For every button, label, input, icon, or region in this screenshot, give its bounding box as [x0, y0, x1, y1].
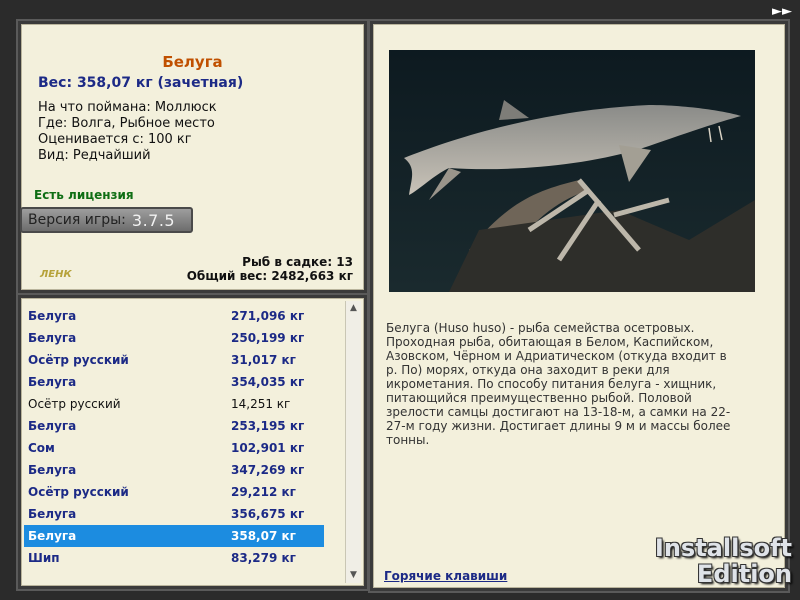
hotkeys-link[interactable]: Горячие клавиши [384, 569, 507, 583]
catch-list-item[interactable]: Белуга 250,199 кг [24, 327, 324, 349]
fish-details-panel: Белуга (Huso huso) - рыба семейства осет… [368, 19, 790, 593]
catch-fish-name: Белуга [28, 309, 77, 323]
fish-rating: Оценивается с: 100 кг [38, 132, 192, 147]
catch-list-item[interactable]: Осётр русский 14,251 кг [24, 393, 324, 415]
fish-description: Белуга (Huso huso) - рыба семейства осет… [386, 321, 731, 447]
version-label: Версия игры: [28, 212, 126, 228]
catch-list-item[interactable]: Белуга 271,096 кг [24, 305, 324, 327]
catch-list-item[interactable]: Белуга 347,269 кг [24, 459, 324, 481]
catch-fish-name: Белуга [28, 419, 77, 433]
game-version-badge: Версия игры: 3.7.5 [20, 207, 193, 233]
fish-weight: Вес: 358,07 кг (зачетная) [38, 75, 244, 91]
license-status: Есть лицензия [34, 188, 134, 202]
catch-list-item[interactable]: Осётр русский 31,017 кг [24, 349, 324, 371]
fish-info-panel: Белуга Вес: 358,07 кг (зачетная) На что … [16, 19, 369, 295]
catch-list-item[interactable]: Белуга 354,035 кг [24, 371, 324, 393]
fish-location: Где: Волга, Рыбное место [38, 116, 215, 131]
catch-list-item[interactable]: Шип 83,279 кг [24, 547, 324, 569]
catch-fish-name: Белуга [28, 463, 77, 477]
catch-list-item[interactable]: Белуга 356,675 кг [24, 503, 324, 525]
catch-fish-name: Шип [28, 551, 60, 565]
catch-fish-weight: 354,035 кг [231, 375, 305, 389]
total-weight: Общий вес: 2482,663 кг [186, 269, 353, 283]
fish-count: Рыб в садке: 13 [242, 255, 353, 269]
catch-fish-weight: 271,096 кг [231, 309, 305, 323]
fish-photo [389, 50, 755, 292]
catch-fish-weight: 14,251 кг [231, 397, 291, 411]
catch-fish-weight: 347,269 кг [231, 463, 305, 477]
catch-fish-name: Осётр русский [28, 397, 121, 411]
fish-species: Вид: Редчайший [38, 148, 151, 163]
fish-bait: На что поймана: Моллюск [38, 100, 217, 115]
catch-fish-weight: 250,199 кг [231, 331, 305, 345]
catch-fish-weight: 356,675 кг [231, 507, 305, 521]
fast-forward-icon[interactable]: ►► [772, 4, 792, 19]
catch-fish-name: Осётр русский [28, 485, 129, 499]
catch-fish-name: Сом [28, 441, 55, 455]
catch-list-item[interactable]: Белуга 358,07 кг [24, 525, 324, 547]
scroll-down-icon[interactable]: ▼ [346, 568, 361, 583]
catch-list-panel: ▲ ▼ Белуга 271,096 кг Белуга 250,199 кг Осёт… [16, 293, 369, 591]
fish-title: Белуга [162, 53, 223, 71]
catch-list-item[interactable]: Осётр русский 29,212 кг [24, 481, 324, 503]
catch-fish-name: Белуга [28, 375, 77, 389]
catch-fish-name: Осётр русский [28, 353, 129, 367]
catch-fish-name: Белуга [28, 331, 77, 345]
installsoft-logo: Installsoft Edition [640, 535, 792, 595]
catch-fish-name: Белуга [28, 529, 77, 543]
catch-fish-name: Белуга [28, 507, 77, 521]
scroll-up-icon[interactable]: ▲ [346, 301, 361, 316]
catch-fish-weight: 253,195 кг [231, 419, 305, 433]
small-logo: ЛЕНК [40, 269, 72, 280]
brand-line-2: Edition [696, 560, 792, 588]
catch-list-item[interactable]: Белуга 253,195 кг [24, 415, 324, 437]
version-number: 3.7.5 [131, 210, 176, 230]
brand-line-1: Installsoft [654, 534, 792, 562]
catch-fish-weight: 102,901 кг [231, 441, 305, 455]
list-scrollbar[interactable]: ▲ ▼ [345, 301, 361, 583]
cage-stats: Рыб в садке: 13 Общий вес: 2482,663 кг [187, 255, 353, 283]
catch-list-item[interactable]: Сом 102,901 кг [24, 437, 324, 459]
catch-fish-weight: 358,07 кг [231, 529, 296, 543]
catch-fish-weight: 83,279 кг [231, 551, 296, 565]
catch-fish-weight: 29,212 кг [231, 485, 296, 499]
catch-fish-weight: 31,017 кг [231, 353, 296, 367]
